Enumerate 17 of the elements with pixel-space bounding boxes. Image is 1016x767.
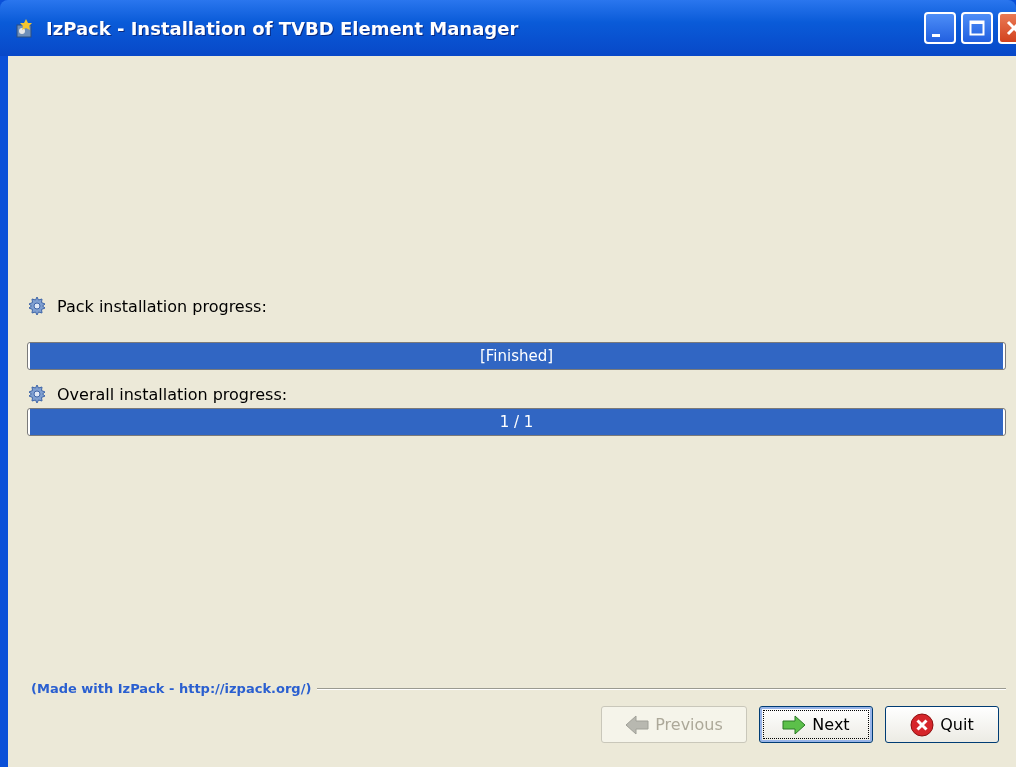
quit-button[interactable]: Quit: [885, 706, 999, 743]
right-arrow-icon: [782, 714, 807, 735]
credit-text: (Made with IzPack - http://izpack.org/): [31, 681, 312, 696]
gear-icon: [27, 384, 47, 404]
progress-reading: 1 / 1: [499, 413, 534, 431]
maximize-button[interactable]: [961, 12, 993, 44]
progress-reading: [Finished]: [479, 347, 554, 365]
gear-icon: [27, 296, 47, 316]
close-circle-icon: [910, 712, 935, 737]
minimize-icon: [932, 33, 940, 37]
next-button[interactable]: Next: [759, 706, 873, 743]
window-title: IzPack - Installation of TVBD Element Manager: [46, 17, 520, 39]
progress-label: Overall installation progress:: [57, 384, 288, 404]
minimize-button[interactable]: [924, 12, 956, 44]
progress-label: Pack installation progress:: [57, 296, 267, 316]
maximize-icon: [969, 20, 985, 36]
left-arrow-icon: [625, 714, 650, 735]
